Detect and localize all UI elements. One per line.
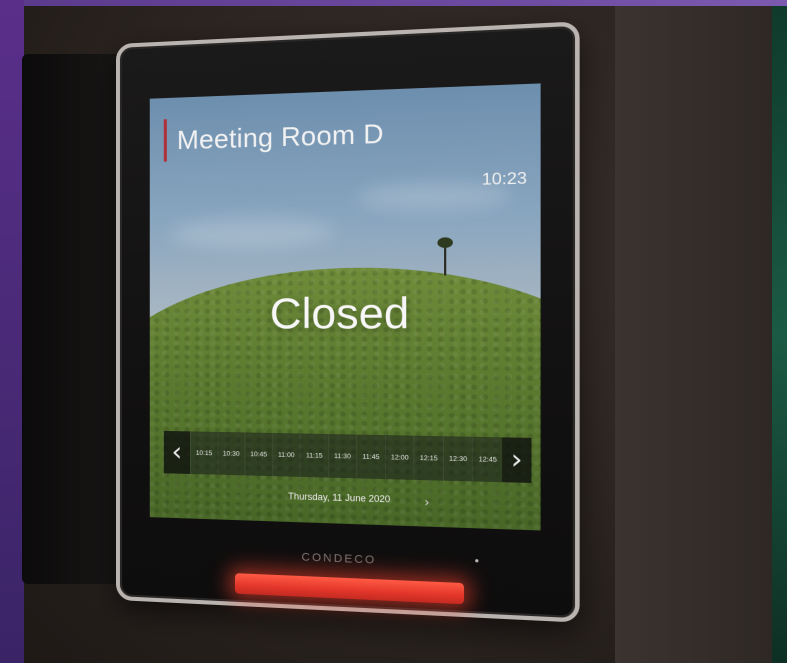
brand-logo: CONDECO — [301, 551, 377, 567]
time-slot[interactable]: 11:45 — [356, 434, 385, 480]
time-slot[interactable]: 12:00 — [384, 435, 414, 480]
time-slot[interactable]: 12:15 — [413, 435, 443, 481]
time-slot[interactable]: 11:00 — [271, 432, 300, 477]
green-edge-strip — [772, 6, 787, 663]
time-slot[interactable]: 10:45 — [244, 432, 272, 477]
wall-right-panel — [615, 6, 775, 663]
time-slot[interactable]: 10:30 — [217, 431, 245, 476]
time-slots: 10:15 10:30 10:45 11:00 11:15 11:30 11:4… — [190, 431, 503, 483]
room-status: Closed — [269, 288, 410, 338]
room-booking-panel: Meeting Room D 10:23 Closed ‹ 10:15 10:3… — [116, 21, 580, 623]
room-accent-bar — [163, 119, 167, 162]
room-header: Meeting Room D — [163, 110, 384, 162]
time-slot[interactable]: 12:45 — [472, 436, 503, 483]
date-next-arrow-icon[interactable]: › — [424, 495, 429, 510]
timeline-next-arrow-icon[interactable]: › — [502, 437, 532, 483]
display-screen: Meeting Room D 10:23 Closed ‹ 10:15 10:3… — [149, 83, 541, 531]
time-slot[interactable]: 11:30 — [327, 434, 357, 479]
time-slot[interactable]: 12:30 — [442, 436, 473, 482]
room-name: Meeting Room D — [176, 117, 384, 155]
current-time: 10:23 — [481, 169, 527, 189]
scene: Meeting Room D 10:23 Closed ‹ 10:15 10:3… — [0, 0, 787, 663]
time-slot[interactable]: 11:15 — [299, 433, 328, 478]
status-led-bar — [234, 573, 464, 605]
tree-canopy — [437, 237, 453, 249]
sensor-dot — [475, 559, 479, 563]
time-slot[interactable]: 10:15 — [190, 431, 218, 475]
tree-trunk — [444, 243, 447, 276]
timeline-prev-arrow-icon[interactable]: ‹ — [163, 430, 191, 474]
cloud — [169, 216, 336, 250]
background-purple-left — [0, 0, 24, 663]
